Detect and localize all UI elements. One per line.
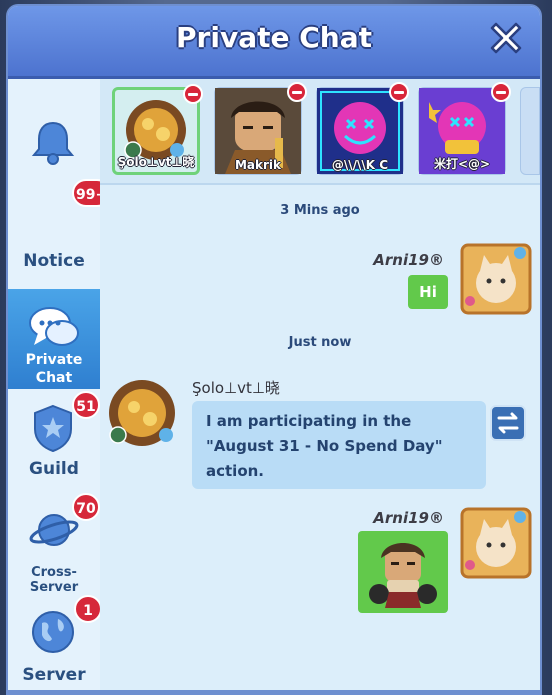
message-bubble[interactable]: I am participating in the "August 31 - N… — [192, 401, 486, 489]
contact-tab-partial[interactable] — [520, 87, 540, 175]
sidebar-item-label: Private Chat — [8, 351, 100, 387]
swap-arrows-icon — [497, 412, 519, 434]
label-line-2: Chat — [35, 370, 73, 386]
message-line-2: "August 31 - No Spend Day" — [206, 437, 443, 455]
timestamp-label: 3 Mins ago — [280, 203, 360, 218]
cat-avatar-icon[interactable] — [460, 507, 532, 579]
sidebar-item-label: Server — [22, 665, 86, 685]
sticker-icon — [369, 543, 437, 608]
close-icon[interactable] — [484, 16, 528, 60]
contact-tabs-row: Şolo⊥vt⊥晓 Makrik @\\/\\K C 米打<@> — [100, 79, 540, 185]
remove-contact-icon[interactable] — [389, 82, 409, 102]
sidebar-item-label: Guild — [29, 459, 79, 479]
translate-button[interactable] — [490, 405, 526, 441]
message-line-1: I am participating in the — [206, 412, 412, 430]
chat-bubbles-icon — [29, 307, 79, 346]
remove-contact-icon[interactable] — [183, 84, 203, 104]
contact-tab[interactable]: @\\/\\K C — [316, 82, 409, 175]
sidebar-item-server[interactable]: 1 Server — [8, 593, 102, 693]
chat-main-area: Şolo⊥vt⊥晓 Makrik @\\/\\K C 米打<@> 3 Mins … — [100, 79, 540, 694]
contact-tab[interactable]: Makrik — [214, 82, 307, 175]
treasure-avatar-icon[interactable] — [106, 377, 178, 449]
sidebar-item-cross-server[interactable]: 70 Cross-Server — [8, 491, 100, 595]
contact-name: @\\/\\K C — [331, 158, 389, 172]
message-bubble[interactable]: Hi — [408, 275, 448, 309]
sidebar-item-private-chat[interactable]: Private Chat — [8, 289, 100, 389]
server-count-badge: 1 — [74, 595, 102, 623]
globe-icon — [32, 611, 74, 653]
panel-header: Private Chat — [8, 6, 540, 79]
contact-name: 米打<@> — [433, 157, 491, 171]
sidebar-item-notice[interactable]: 99+ Notice — [8, 79, 112, 271]
guild-count-badge: 51 — [72, 391, 100, 419]
shield-icon — [34, 404, 72, 453]
sender-name: Arni19® — [373, 509, 444, 527]
panel-bottom-edge — [8, 690, 540, 694]
sidebar-item-label: Cross-Server — [29, 565, 79, 595]
cat-avatar-icon[interactable] — [460, 243, 532, 315]
bell-icon — [31, 121, 75, 165]
private-chat-panel: Private Chat 99+ Notice Private Chat 51 … — [8, 6, 540, 694]
sender-name: Şolo⊥vt⊥晓 — [192, 379, 280, 397]
contact-tab[interactable]: Şolo⊥vt⊥晓 — [112, 84, 203, 175]
contact-name: Makrik — [234, 158, 282, 172]
sidebar-item-label: Notice — [23, 251, 85, 271]
remove-contact-icon[interactable] — [287, 82, 307, 102]
timestamp-label: Just now — [288, 335, 352, 350]
cross-server-count-badge: 70 — [72, 493, 100, 521]
contact-name: Şolo⊥vt⊥晓 — [117, 155, 195, 169]
label-line-1: Private — [25, 352, 83, 368]
sticker-message-bubble[interactable] — [358, 531, 448, 613]
remove-contact-icon[interactable] — [491, 82, 511, 102]
contact-tab[interactable]: 米打<@> — [418, 82, 511, 175]
chat-category-sidebar: 99+ Notice Private Chat 51 Guild 70 Cros… — [8, 79, 112, 694]
sender-name: Arni19® — [373, 251, 444, 269]
sidebar-item-guild[interactable]: 51 Guild — [8, 389, 100, 489]
page-title: Private Chat — [176, 21, 372, 54]
message-line-3: action. — [206, 462, 265, 480]
